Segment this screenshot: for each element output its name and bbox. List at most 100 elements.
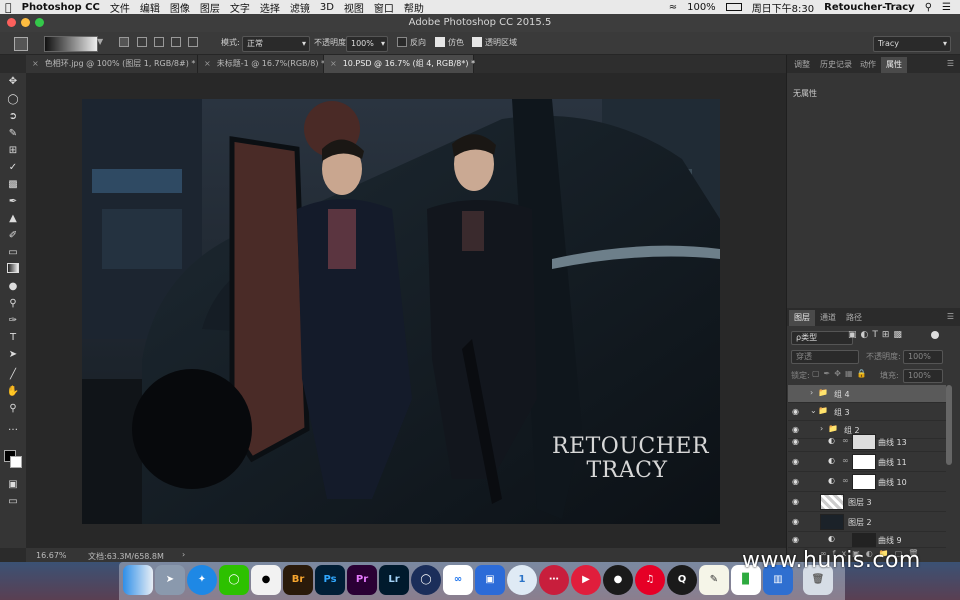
layer-thumbnail[interactable] (820, 494, 844, 510)
layer-row-layer2[interactable]: ◉ 图层 2 (788, 512, 946, 532)
eye-icon[interactable]: ◉ (792, 517, 802, 527)
menu-3d[interactable]: 3D (320, 2, 334, 13)
media-player-icon[interactable]: ▶ (571, 565, 601, 595)
menu-layer[interactable]: 图层 (200, 0, 220, 15)
menu-image[interactable]: 图像 (170, 0, 190, 15)
layers-scrollbar[interactable] (946, 385, 952, 465)
eraser-tool-icon[interactable]: ▭ (5, 246, 21, 260)
layer-thumbnail[interactable] (820, 514, 844, 530)
video-app-icon[interactable]: ▣ (475, 565, 505, 595)
eye-icon[interactable]: ◉ (792, 497, 802, 507)
layer-row-layer3[interactable]: ◉ 图层 3 (788, 492, 946, 512)
menu-file[interactable]: 文件 (110, 0, 130, 15)
layer-row-curves10[interactable]: ◉ ◐ ∞ 曲线 10 (788, 472, 946, 492)
reverse-checkbox[interactable]: 反向 (397, 36, 426, 50)
tab-history[interactable]: 历史记录 (815, 57, 857, 73)
expand-arrow-icon[interactable]: › (810, 388, 813, 397)
mode-select[interactable]: 正常 ▾ (242, 36, 310, 52)
screen-mode-icon[interactable]: ▭ (5, 495, 21, 509)
document-tab[interactable]: × 未标题-1 @ 16.7%(RGB/8) * (198, 55, 325, 73)
marquee-tool-icon[interactable]: ◯ (5, 93, 21, 107)
davinci-icon[interactable]: ⋯ (539, 565, 569, 595)
finder-icon[interactable] (123, 565, 153, 595)
linear-gradient-button[interactable] (119, 37, 129, 47)
document-tab-active[interactable]: × 10.PSD @ 16.7% (组 4, RGB/8*) * (324, 55, 475, 73)
battery-icon[interactable] (725, 3, 742, 11)
lasso-tool-icon[interactable]: ➲ (5, 110, 21, 124)
menu-edit[interactable]: 编辑 (140, 0, 160, 15)
crop-tool-icon[interactable]: ⊞ (5, 144, 21, 158)
apple-menu-icon[interactable]:  (5, 1, 12, 14)
zoom-tool-icon[interactable]: ⚲ (5, 402, 21, 416)
tab-channels[interactable]: 通道 (815, 310, 841, 326)
tab-properties[interactable]: 属性 (881, 57, 907, 73)
tab-layers[interactable]: 图层 (789, 310, 815, 326)
1password-icon[interactable]: 1 (507, 565, 537, 595)
obs-icon[interactable]: ● (603, 565, 633, 595)
tool-preset-icon[interactable] (14, 37, 28, 51)
layer-opacity-input[interactable]: 100% (903, 350, 943, 364)
layer-filter-select[interactable]: ρ类型 (791, 331, 853, 345)
link-icon[interactable]: ∞ (842, 436, 849, 445)
layer-row-group4[interactable]: › 📁 组 4 (788, 385, 946, 403)
opacity-input[interactable]: 100% ▾ (346, 36, 388, 52)
clock[interactable]: 周日下午8:30 (752, 0, 814, 15)
clone-stamp-tool-icon[interactable]: ▲ (5, 212, 21, 226)
layer-mask-thumbnail[interactable] (852, 474, 876, 490)
quicktime-icon[interactable]: Q (667, 565, 697, 595)
cinema4d-icon[interactable]: ◯ (411, 565, 441, 595)
qq-icon[interactable]: ● (251, 565, 281, 595)
reflected-gradient-button[interactable] (171, 37, 181, 47)
gradient-tool-icon[interactable] (5, 263, 21, 277)
layer-filter-icons[interactable]: ▣◐T⊞▩ (848, 330, 906, 340)
pen-tool-icon[interactable]: ✑ (5, 314, 21, 328)
tab-paths[interactable]: 路径 (841, 310, 867, 326)
lightroom-icon[interactable]: Lr (379, 565, 409, 595)
search-icon[interactable]: ⚲ (925, 2, 932, 13)
panel-menu-icon[interactable]: ☰ (947, 312, 954, 321)
dodge-tool-icon[interactable]: ⚲ (5, 297, 21, 311)
gradient-dropdown-icon[interactable]: ▼ (97, 37, 103, 46)
move-tool-icon[interactable]: ✥ (5, 75, 21, 89)
fill-input[interactable]: 100% (903, 369, 943, 383)
blend-mode-select[interactable]: 穿透 (791, 350, 859, 364)
background-color-swatch[interactable] (10, 456, 22, 468)
lock-icons[interactable]: ▢✒✥▦🔒 (812, 369, 870, 378)
launchpad-icon[interactable]: ➤ (155, 565, 185, 595)
brush-tool-icon[interactable]: ✒ (5, 195, 21, 209)
close-tab-icon[interactable]: × (330, 59, 337, 68)
netease-music-icon[interactable]: ♫ (635, 565, 665, 595)
line-tool-icon[interactable]: ╱ (5, 368, 21, 382)
more-tools-icon[interactable]: … (5, 421, 21, 435)
user-menu[interactable]: Retoucher-Tracy (824, 2, 915, 13)
eye-icon[interactable]: ◉ (792, 437, 802, 447)
baidu-netdisk-icon[interactable]: ∞ (443, 565, 473, 595)
menu-view[interactable]: 视图 (344, 0, 364, 15)
wifi-icon[interactable]: ≈ (669, 2, 677, 13)
layer-mask-thumbnail[interactable] (852, 533, 876, 547)
dither-checkbox[interactable]: 仿色 (435, 36, 464, 50)
diamond-gradient-button[interactable] (188, 37, 198, 47)
menu-filter[interactable]: 滤镜 (290, 0, 310, 15)
list-icon[interactable]: ☰ (942, 2, 951, 13)
tab-actions[interactable]: 动作 (855, 57, 881, 73)
layer-row-group3[interactable]: ◉ ⌄ 📁 组 3 (788, 403, 946, 421)
eye-icon[interactable]: ◉ (792, 477, 802, 487)
eye-icon[interactable]: ◉ (792, 407, 802, 417)
document-tab[interactable]: × 色相环.jpg @ 100% (图层 1, RGB/8#) * (26, 55, 198, 73)
battery-percent[interactable]: 100% (687, 2, 716, 13)
type-tool-icon[interactable]: T (5, 331, 21, 345)
wechat-icon[interactable]: ◯ (219, 565, 249, 595)
document-canvas[interactable]: RETOUCHER TRACY (82, 99, 720, 524)
layer-row-curves9[interactable]: ◉ ◐ 曲线 9 (788, 532, 946, 548)
workspace-select[interactable]: Tracy ▾ (873, 36, 951, 52)
blur-tool-icon[interactable]: ● (5, 280, 21, 294)
photoshop-icon[interactable]: Ps (315, 565, 345, 595)
link-icon[interactable]: ∞ (842, 456, 849, 465)
path-selection-tool-icon[interactable]: ➤ (5, 348, 21, 362)
eye-icon[interactable]: ◉ (792, 457, 802, 467)
bridge-icon[interactable]: Br (283, 565, 313, 595)
layer-row-curves11[interactable]: ◉ ◐ ∞ 曲线 11 (788, 452, 946, 472)
radial-gradient-button[interactable] (137, 37, 147, 47)
status-menu-arrow[interactable]: › (182, 550, 185, 559)
